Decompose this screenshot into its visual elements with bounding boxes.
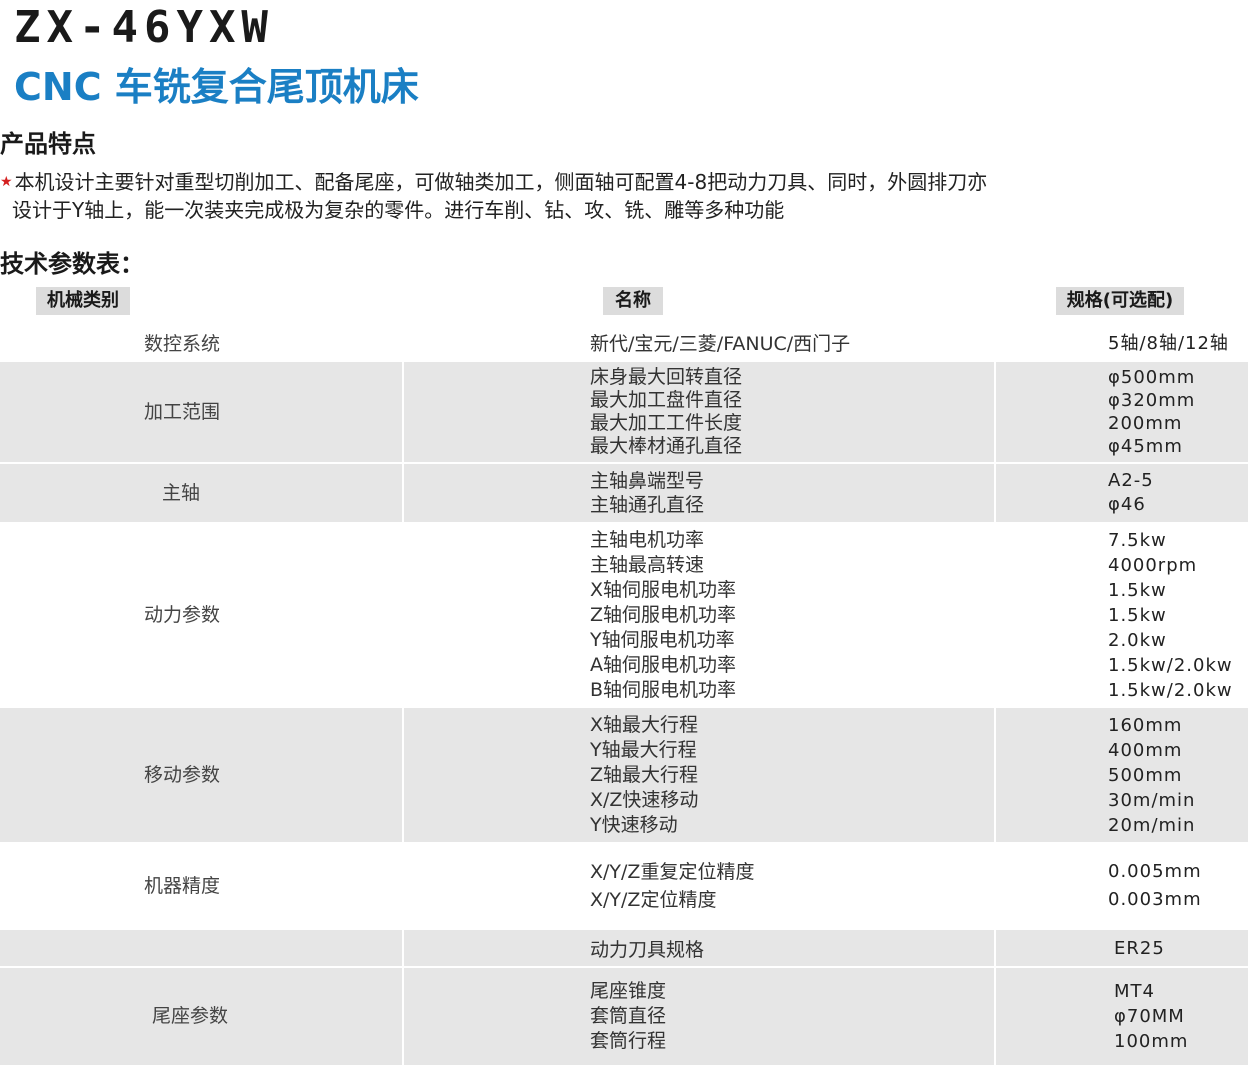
row-name-item: 套筒行程: [590, 1030, 667, 1052]
table-row: 机器精度 X/Y/Z重复定位精度 X/Y/Z定位精度 0.005mm 0.003…: [0, 844, 1248, 929]
row-names: 新代/宝元/三菱/FANUC/西门子: [404, 324, 996, 360]
row-spec-item: 100mm: [1114, 1031, 1189, 1052]
row-name-item: 床身最大回转直径: [590, 366, 743, 388]
row-spec-item: 160mm: [1108, 714, 1183, 736]
row-spec-item: 1.5kw/2.0kw: [1108, 654, 1233, 676]
row-spec-item: A2-5: [1108, 470, 1154, 491]
row-specs: 160mm 400mm 500mm 30m/min 20m/min: [996, 708, 1248, 842]
row-specs: 0.005mm 0.003mm: [996, 844, 1248, 928]
row-names: X轴最大行程 Y轴最大行程 Z轴最大行程 X/Z快速移动 Y快速移动: [404, 708, 996, 842]
row-name-item: X轴最大行程: [590, 713, 699, 736]
row-category: 数控系统: [144, 332, 221, 355]
row-names: X/Y/Z重复定位精度 X/Y/Z定位精度: [404, 844, 996, 928]
row-spec-item: φ320mm: [1108, 390, 1196, 411]
row-spec-item: 0.005mm: [1108, 861, 1202, 882]
features-line-2: 设计于Y轴上，能一次装夹完成极为复杂的零件。进行车削、钻、攻、铣、雕等多种功能: [12, 198, 785, 222]
row-specs: ER25: [996, 930, 1248, 966]
row-category: [0, 930, 404, 966]
row-name-item: 套筒直径: [590, 1005, 667, 1027]
row-spec-item: 500mm: [1108, 764, 1183, 786]
row-name-item: X轴伺服电机功率: [590, 578, 737, 601]
row-spec-item: 200mm: [1108, 413, 1183, 434]
row-spec-item: 30m/min: [1108, 789, 1196, 811]
row-name-item: 主轴最高转速: [590, 553, 705, 576]
row-names: 尾座锥度 套筒直径 套筒行程: [404, 968, 996, 1065]
row-name-item: X/Y/Z重复定位精度: [590, 861, 755, 883]
product-subtitle: CNC 车铣复合尾顶机床: [14, 65, 419, 109]
row-category: 尾座参数: [0, 968, 404, 1065]
row-name-item: B轴伺服电机功率: [590, 678, 737, 701]
row-spec-item: 7.5kw: [1108, 529, 1167, 551]
row-spec-item: 2.0kw: [1108, 629, 1167, 651]
table-row: 尾座参数 尾座锥度 套筒直径 套筒行程 MT4 φ70MM 100mm: [0, 968, 1248, 1066]
row-name-item: Z轴最大行程: [590, 763, 699, 786]
row-spec-item: ER25: [1114, 937, 1165, 959]
row-spec-item: φ46: [1108, 494, 1146, 515]
row-spec-item: 5轴/8轴/12轴: [1108, 333, 1229, 354]
row-spec-item: 1.5kw: [1108, 604, 1167, 626]
star-icon: ★: [0, 174, 13, 190]
row-names: 主轴电机功率 主轴最高转速 X轴伺服电机功率 Z轴伺服电机功率 Y轴伺服电机功率…: [404, 524, 996, 706]
row-name-item: Z轴伺服电机功率: [590, 603, 737, 626]
row-spec-item: φ45mm: [1108, 436, 1183, 457]
row-spec-item: 1.5kw: [1108, 579, 1167, 601]
row-names: 床身最大回转直径 最大加工盘件直径 最大加工工件长度 最大棒材通孔直径: [404, 362, 996, 462]
column-header-name: 名称: [603, 287, 663, 315]
row-spec-item: 4000rpm: [1108, 554, 1198, 576]
row-name-item: X/Z快速移动: [590, 788, 699, 811]
row-name-item: 最大棒材通孔直径: [590, 435, 743, 457]
row-specs: 5轴/8轴/12轴: [996, 324, 1248, 360]
row-name-item: A轴伺服电机功率: [590, 653, 736, 676]
row-name-item: Y轴伺服电机功率: [590, 628, 735, 651]
table-row: 主轴 主轴鼻端型号 主轴通孔直径 A2-5 φ46: [0, 464, 1248, 523]
row-category: 加工范围: [0, 362, 404, 462]
row-spec-item: 400mm: [1108, 739, 1183, 761]
row-specs: A2-5 φ46: [996, 464, 1248, 522]
table-row: 动力刀具规格 ER25: [0, 930, 1248, 967]
row-name-item: 动力刀具规格: [590, 938, 705, 961]
table-row: 加工范围 床身最大回转直径 最大加工盘件直径 最大加工工件长度 最大棒材通孔直径…: [0, 362, 1248, 463]
row-name-item: Y快速移动: [590, 813, 678, 836]
row-category: 主轴: [0, 464, 404, 522]
row-name-item: 主轴通孔直径: [590, 494, 705, 516]
features-heading: 产品特点: [0, 130, 96, 158]
row-specs: 7.5kw 4000rpm 1.5kw 1.5kw 2.0kw 1.5kw/2.…: [996, 524, 1248, 706]
row-name-item: 主轴电机功率: [590, 528, 705, 551]
table-row: 移动参数 X轴最大行程 Y轴最大行程 Z轴最大行程 X/Z快速移动 Y快速移动 …: [0, 708, 1248, 843]
row-specs: φ500mm φ320mm 200mm φ45mm: [996, 362, 1248, 462]
row-category: 移动参数: [0, 708, 404, 842]
features-description: ★ 本机设计主要针对重型切削加工、配备尾座，可做轴类加工，侧面轴可配置4-8把动力…: [0, 168, 1200, 224]
row-spec-item: φ500mm: [1108, 367, 1196, 388]
row-category: 动力参数: [144, 603, 221, 626]
row-spec-item: 0.003mm: [1108, 889, 1202, 910]
row-spec-item: MT4: [1114, 981, 1155, 1002]
row-name-item: Y轴最大行程: [590, 738, 697, 761]
row-name-item: X/Y/Z定位精度: [590, 889, 717, 911]
params-heading: 技术参数表：: [0, 250, 144, 278]
row-names: 动力刀具规格: [404, 930, 996, 966]
model-number: ZX-46YXW: [14, 2, 274, 53]
row-spec-item: φ70MM: [1114, 1006, 1185, 1027]
row-name-item: 尾座锥度: [590, 980, 667, 1002]
column-header-category: 机械类别: [36, 287, 130, 315]
row-names: 主轴鼻端型号 主轴通孔直径: [404, 464, 996, 522]
row-name-item: 主轴鼻端型号: [590, 470, 705, 492]
table-row: 数控系统 新代/宝元/三菱/FANUC/西门子 5轴/8轴/12轴: [0, 324, 1248, 361]
row-specs: MT4 φ70MM 100mm: [996, 968, 1248, 1065]
row-category: 机器精度: [144, 875, 221, 897]
row-name-item: 新代/宝元/三菱/FANUC/西门子: [590, 332, 851, 355]
row-name-item: 最大加工盘件直径: [590, 389, 743, 411]
row-name-item: 最大加工工件长度: [590, 412, 743, 434]
row-spec-item: 20m/min: [1108, 814, 1196, 836]
row-spec-item: 1.5kw/2.0kw: [1108, 679, 1233, 701]
table-row: 动力参数 主轴电机功率 主轴最高转速 X轴伺服电机功率 Z轴伺服电机功率 Y轴伺…: [0, 524, 1248, 707]
features-line-1: 本机设计主要针对重型切削加工、配备尾座，可做轴类加工，侧面轴可配置4-8把动力刀…: [14, 170, 988, 194]
column-header-spec: 规格(可选配): [1056, 287, 1184, 315]
